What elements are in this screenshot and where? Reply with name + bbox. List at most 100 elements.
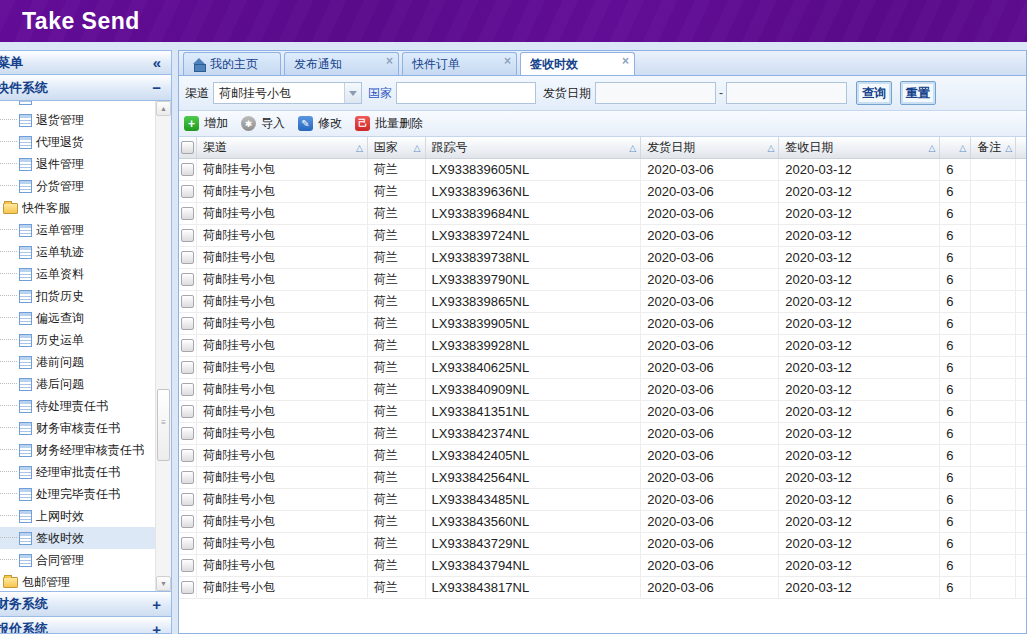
batch-delete-button[interactable]: 己批量删除 — [355, 115, 423, 132]
close-icon[interactable]: × — [622, 56, 629, 66]
sort-icon[interactable]: △ — [352, 143, 363, 153]
row-checkbox[interactable] — [179, 577, 197, 598]
row-checkbox[interactable] — [179, 379, 197, 400]
row-checkbox[interactable] — [179, 313, 197, 334]
country-input[interactable] — [396, 82, 536, 104]
import-button[interactable]: ✱导入 — [241, 115, 285, 132]
accordion-express-system[interactable]: 快件系统 − — [0, 75, 171, 101]
close-icon[interactable]: × — [504, 56, 511, 66]
table-row[interactable]: 荷邮挂号小包荷兰LX933842374NL2020-03-062020-03-1… — [179, 423, 1026, 445]
column-header[interactable]: △ — [940, 137, 971, 158]
date-to-input[interactable] — [726, 82, 847, 104]
sidebar-item-经理审批责任书[interactable]: 经理审批责任书 — [0, 461, 171, 483]
reset-button[interactable]: 重置 — [900, 81, 936, 105]
select-all-checkbox[interactable] — [179, 137, 197, 158]
column-header-签收日期[interactable]: 签收日期△ — [779, 137, 940, 158]
sidebar-item-退件管理[interactable]: 退件管理 — [0, 153, 171, 175]
sort-icon[interactable]: △ — [955, 143, 966, 153]
edit-button[interactable]: ✎修改 — [298, 115, 342, 132]
row-checkbox[interactable] — [179, 269, 197, 290]
sidebar-item-上网时效[interactable]: 上网时效 — [0, 505, 171, 527]
table-row[interactable]: 荷邮挂号小包荷兰LX933840909NL2020-03-062020-03-1… — [179, 379, 1026, 401]
sort-icon[interactable]: △ — [410, 143, 421, 153]
column-header-渠道[interactable]: 渠道△ — [197, 137, 368, 158]
table-row[interactable]: 荷邮挂号小包荷兰LX933840625NL2020-03-062020-03-1… — [179, 357, 1026, 379]
scrollbar-thumb[interactable]: ≡ — [157, 389, 170, 461]
table-row[interactable]: 荷邮挂号小包荷兰LX933839636NL2020-03-062020-03-1… — [179, 181, 1026, 203]
sidebar-item-扣货历史[interactable]: 扣货历史 — [0, 285, 171, 307]
sidebar-item-分货管理[interactable]: 分货管理 — [0, 175, 171, 197]
sidebar-item-财务审核责任书[interactable]: 财务审核责任书 — [0, 417, 171, 439]
table-row[interactable]: 荷邮挂号小包荷兰LX933839865NL2020-03-062020-03-1… — [179, 291, 1026, 313]
table-row[interactable]: 荷邮挂号小包荷兰LX933839738NL2020-03-062020-03-1… — [179, 247, 1026, 269]
tab-发布通知[interactable]: 发布通知× — [284, 52, 399, 75]
table-row[interactable]: 荷邮挂号小包荷兰LX933839928NL2020-03-062020-03-1… — [179, 335, 1026, 357]
table-row[interactable]: 荷邮挂号小包荷兰LX933839684NL2020-03-062020-03-1… — [179, 203, 1026, 225]
row-checkbox[interactable] — [179, 291, 197, 312]
table-row[interactable]: 荷邮挂号小包荷兰LX933841351NL2020-03-062020-03-1… — [179, 401, 1026, 423]
table-row[interactable]: 荷邮挂号小包荷兰LX933842564NL2020-03-062020-03-1… — [179, 467, 1026, 489]
row-checkbox[interactable] — [179, 467, 197, 488]
channel-select[interactable]: 荷邮挂号小包 — [213, 82, 362, 104]
sidebar-item-港前问题[interactable]: 港前问题 — [0, 351, 171, 373]
row-checkbox[interactable] — [179, 247, 197, 268]
sort-icon[interactable]: △ — [1001, 143, 1012, 153]
sidebar-scrollbar[interactable]: ▲ ≡ ▼ — [155, 101, 171, 591]
row-checkbox[interactable] — [179, 401, 197, 422]
row-checkbox[interactable] — [179, 181, 197, 202]
sidebar-item-合同管理[interactable]: 合同管理 — [0, 549, 171, 571]
sidebar-item-偏远查询[interactable]: 偏远查询 — [0, 307, 171, 329]
sidebar-item-快件客服[interactable]: 快件客服 — [0, 197, 171, 219]
scroll-down-icon[interactable]: ▼ — [156, 576, 171, 591]
accordion-finance-system[interactable]: 财务系统 + — [0, 591, 171, 616]
row-checkbox[interactable] — [179, 489, 197, 510]
table-row[interactable]: 荷邮挂号小包荷兰LX933843794NL2020-03-062020-03-1… — [179, 555, 1026, 577]
table-row[interactable]: 荷邮挂号小包荷兰LX933843560NL2020-03-062020-03-1… — [179, 511, 1026, 533]
close-icon[interactable]: × — [386, 56, 393, 66]
table-row[interactable]: 荷邮挂号小包荷兰LX933843729NL2020-03-062020-03-1… — [179, 533, 1026, 555]
sidebar-item-运单轨迹[interactable]: 运单轨迹 — [0, 241, 171, 263]
expand-icon[interactable]: + — [152, 596, 161, 613]
sidebar-item-处理完毕责任书[interactable]: 处理完毕责任书 — [0, 483, 171, 505]
row-checkbox[interactable] — [179, 203, 197, 224]
column-header-备注[interactable]: 备注△ — [971, 137, 1016, 158]
column-header-国家[interactable]: 国家△ — [368, 137, 426, 158]
row-checkbox[interactable] — [179, 357, 197, 378]
date-from-input[interactable] — [595, 82, 716, 104]
sidebar-item-财务经理审核责任书[interactable]: 财务经理审核责任书 — [0, 439, 171, 461]
table-row[interactable]: 荷邮挂号小包荷兰LX933843485NL2020-03-062020-03-1… — [179, 489, 1026, 511]
table-row[interactable]: 荷邮挂号小包荷兰LX933843817NL2020-03-062020-03-1… — [179, 577, 1026, 599]
sidebar-item[interactable] — [0, 101, 171, 109]
chevron-down-icon[interactable] — [344, 83, 361, 103]
sidebar-item-港后问题[interactable]: 港后问题 — [0, 373, 171, 395]
expand-icon[interactable]: + — [152, 621, 161, 634]
sidebar-item-代理退货[interactable]: 代理退货 — [0, 131, 171, 153]
table-row[interactable]: 荷邮挂号小包荷兰LX933842405NL2020-03-062020-03-1… — [179, 445, 1026, 467]
sidebar-item-运单管理[interactable]: 运单管理 — [0, 219, 171, 241]
table-row[interactable]: 荷邮挂号小包荷兰LX933839605NL2020-03-062020-03-1… — [179, 159, 1026, 181]
tab-签收时效[interactable]: 签收时效× — [520, 52, 635, 75]
collapse-sidebar-icon[interactable]: « — [153, 54, 161, 71]
row-checkbox[interactable] — [179, 511, 197, 532]
add-button[interactable]: +增加 — [184, 115, 228, 132]
row-checkbox[interactable] — [179, 335, 197, 356]
sidebar-item-待处理责任书[interactable]: 待处理责任书 — [0, 395, 171, 417]
table-row[interactable]: 荷邮挂号小包荷兰LX933839905NL2020-03-062020-03-1… — [179, 313, 1026, 335]
row-checkbox[interactable] — [179, 445, 197, 466]
sidebar-item-退货管理[interactable]: 退货管理 — [0, 109, 171, 131]
sidebar-item-签收时效[interactable]: 签收时效 — [0, 527, 171, 549]
sort-icon[interactable]: △ — [625, 143, 636, 153]
table-row[interactable]: 荷邮挂号小包荷兰LX933839790NL2020-03-062020-03-1… — [179, 269, 1026, 291]
tab-我的主页[interactable]: 我的主页 — [183, 52, 281, 75]
sidebar-item-包邮管理[interactable]: 包邮管理 — [0, 571, 171, 591]
row-checkbox[interactable] — [179, 423, 197, 444]
sort-icon[interactable]: △ — [924, 143, 935, 153]
row-checkbox[interactable] — [179, 159, 197, 180]
sidebar-item-历史运单[interactable]: 历史运单 — [0, 329, 171, 351]
table-row[interactable]: 荷邮挂号小包荷兰LX933839724NL2020-03-062020-03-1… — [179, 225, 1026, 247]
collapse-icon[interactable]: − — [152, 79, 161, 96]
row-checkbox[interactable] — [179, 225, 197, 246]
search-button[interactable]: 查询 — [856, 81, 892, 105]
scroll-up-icon[interactable]: ▲ — [156, 101, 171, 116]
sort-icon[interactable]: △ — [763, 143, 774, 153]
